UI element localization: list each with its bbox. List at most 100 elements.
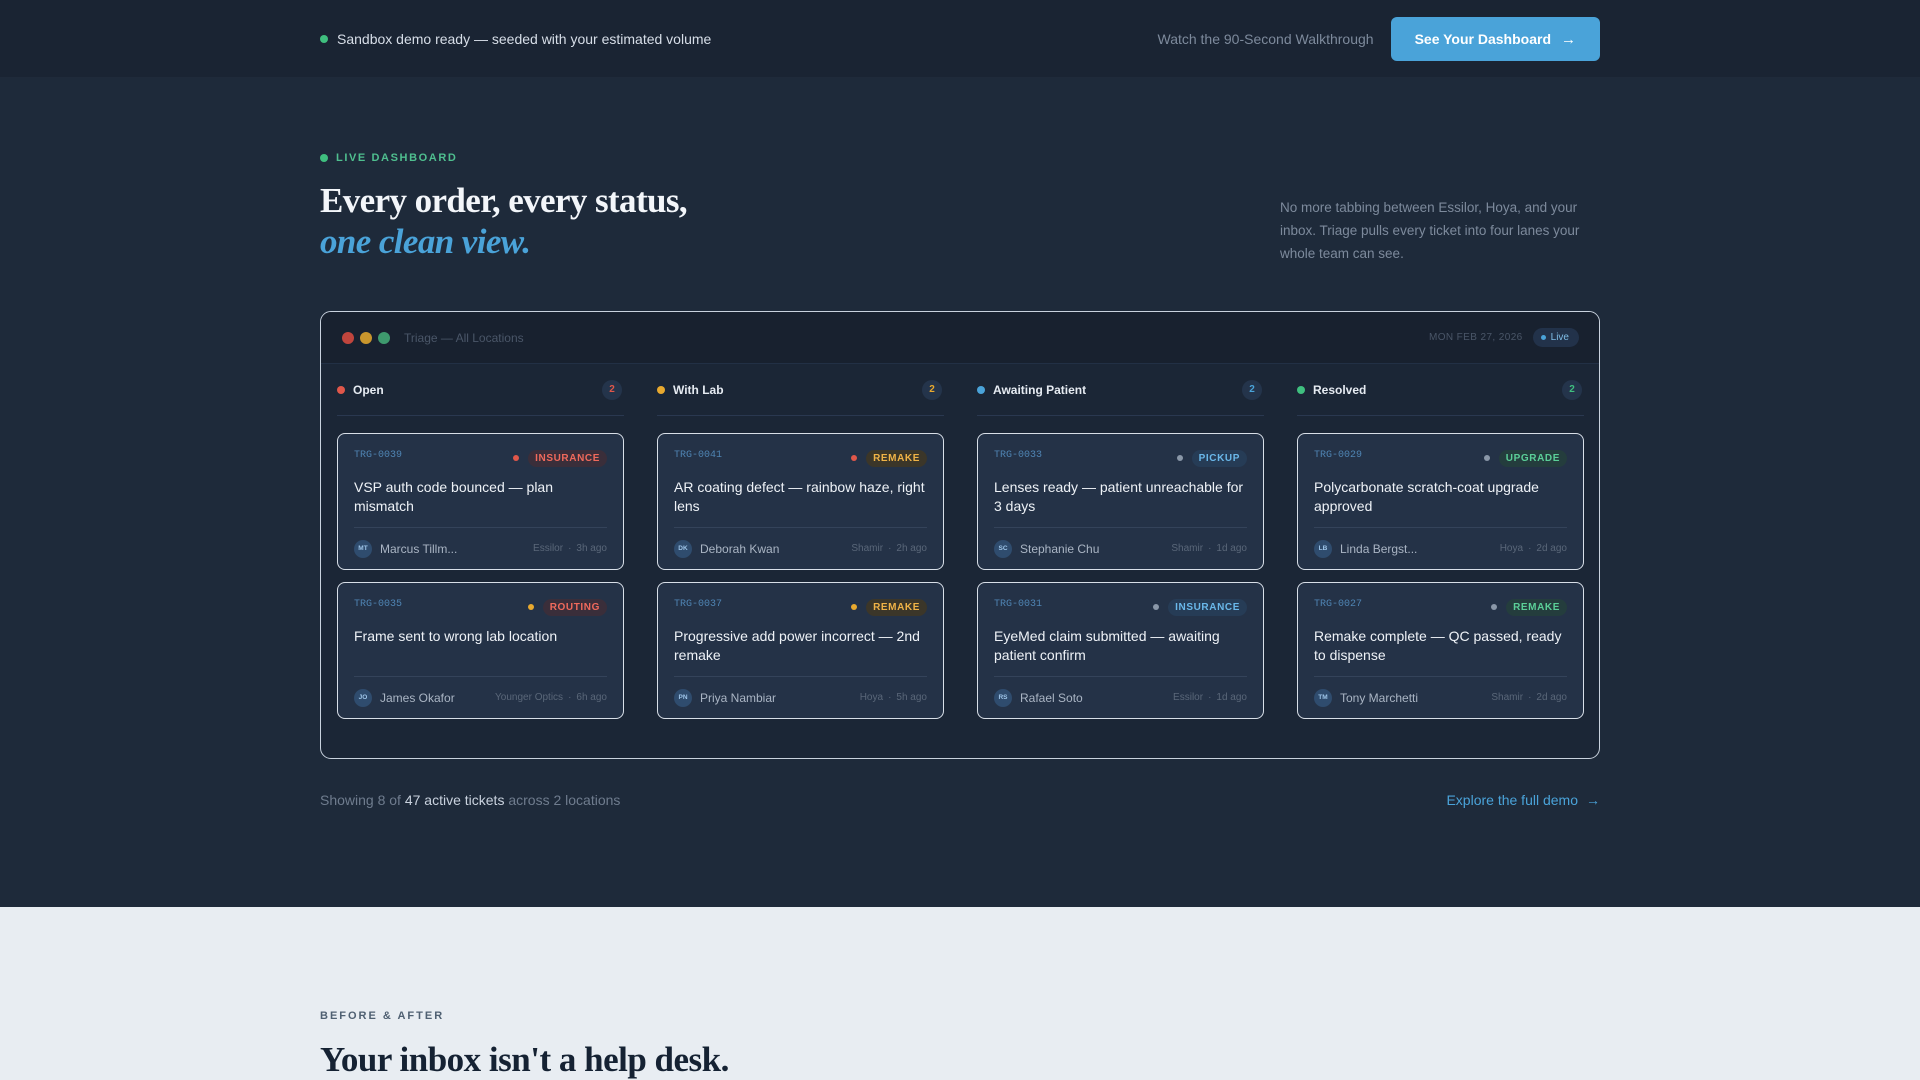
assignee-name: Marcus Tillm... [380,541,458,556]
lane-name: Resolved [1313,382,1367,397]
ticket-card-top: TRG-0039 INSURANCE [354,448,607,468]
sandbox-status: Sandbox demo ready — seeded with your es… [320,31,711,47]
assignee-name: Priya Nambiar [700,690,777,705]
ticket-title: Progressive add power incorrect — 2nd re… [674,628,920,663]
ticket-card[interactable]: TRG-0033 PICKUP Lenses ready — patient u… [977,433,1264,570]
lane-name: With Lab [673,382,724,397]
ticket-meta: Hoya · 5h ago [860,692,927,703]
close-dot-icon [342,331,354,344]
headline-line-2: one clean view. [320,222,531,261]
meta-separator: · [888,692,892,703]
ticket-tag: INSURANCE [1153,598,1247,616]
ticket-assignee: RS Rafael Soto [994,688,1083,707]
ticket-age: 1d ago [1216,692,1247,703]
triage-board-window: Triage — All Locations MON FEB 27, 2026 … [320,311,1600,759]
ticket-badge: UPGRADE [1498,449,1567,467]
lab-name: Shamir [1171,543,1204,554]
board-footer: Showing 8 of 47 active tickets across 2 … [320,792,1600,808]
see-dashboard-button[interactable]: See Your Dashboard → [1390,17,1600,61]
meta-separator: · [1208,692,1212,703]
ticket-footer: TM Tony Marchetti Shamir · 2d ago [1314,676,1567,718]
avatar: PN [674,688,692,707]
ticket-badge: INSURANCE [1168,598,1247,616]
ticket-id: TRG-0035 [354,598,403,610]
ticket-badge: ROUTING [542,598,607,616]
lane-status-dot-icon [657,385,665,394]
before-after-eyebrow: BEFORE & AFTER [320,1010,445,1022]
ticket-tag: UPGRADE [1483,449,1567,467]
live-badge: Live [1532,328,1579,347]
lane-awaiting-patient: Awaiting Patient 2 TRG-0033 PICKUP Lense… [977,364,1264,719]
assignee-name: Linda Bergst... [1340,541,1418,556]
ticket-meta: Essilor · 1d ago [1173,692,1247,703]
ticket-id: TRG-0031 [994,598,1043,610]
lane-label: Awaiting Patient [977,383,1086,397]
before-after-headline: Your inbox isn't a help desk. [320,1040,729,1079]
minimize-dot-icon [360,331,372,344]
ticket-assignee: SC Stephanie Chu [994,539,1100,558]
lab-name: Hoya [1499,543,1524,554]
ticket-id: TRG-0037 [674,598,723,610]
ticket-title: Polycarbonate scratch-coat upgrade appro… [1314,479,1539,514]
ticket-badge: REMAKE [866,598,927,616]
ticket-age: 2h ago [896,543,927,554]
avatar: RS [994,688,1012,707]
ticket-assignee: PN Priya Nambiar [674,688,777,707]
explore-demo-link[interactable]: Explore the full demo → [1446,792,1600,808]
summary-count: 47 active tickets [404,792,505,808]
meta-separator: · [568,692,572,703]
ticket-card-top: TRG-0035 ROUTING [354,597,607,617]
avatar: MT [354,539,372,558]
summary-prefix: Showing 8 of [320,792,401,808]
ticket-badge: REMAKE [866,449,927,467]
ticket-card[interactable]: TRG-0039 INSURANCE VSP auth code bounced… [337,433,624,570]
ticket-card[interactable]: TRG-0029 UPGRADE Polycarbonate scratch-c… [1297,433,1584,570]
lane-label: Open [337,383,384,397]
assignee-name: Stephanie Chu [1020,541,1100,556]
sandbox-status-text: Sandbox demo ready — seeded with your es… [337,31,712,47]
ticket-card[interactable]: TRG-0041 REMAKE AR coating defect — rain… [657,433,944,570]
window-controls [342,331,390,344]
ticket-tag: PICKUP [1176,449,1247,467]
ticket-id: TRG-0041 [674,449,723,461]
walkthrough-link[interactable]: Watch the 90-Second Walkthrough [1158,31,1374,47]
lane-open: Open 2 TRG-0039 INSURANCE VSP auth code … [337,364,624,719]
ticket-footer: DK Deborah Kwan Shamir · 2h ago [674,527,927,569]
ticket-card[interactable]: TRG-0031 INSURANCE EyeMed claim submitte… [977,582,1264,719]
ticket-card-top: TRG-0029 UPGRADE [1314,448,1567,468]
ticket-assignee: MT Marcus Tillm... [354,539,458,558]
lane-count: 2 [1242,379,1262,400]
summary-suffix: across 2 locations [508,792,621,808]
ticket-age: 2d ago [1536,692,1567,703]
lane-header[interactable]: Open 2 [337,364,624,416]
meta-separator: · [1528,543,1532,554]
ticket-age: 6h ago [576,692,607,703]
lane-header[interactable]: With Lab 2 [657,364,944,416]
lane-status-dot-icon [977,385,985,394]
ticket-card[interactable]: TRG-0035 ROUTING Frame sent to wrong lab… [337,582,624,719]
meta-separator: · [888,543,892,554]
lane-header[interactable]: Awaiting Patient 2 [977,364,1264,416]
ticket-age: 3h ago [576,543,607,554]
hero-headline: Every order, every status, one clean vie… [320,180,688,262]
hero-intro: No more tabbing between Essilor, Hoya, a… [1280,200,1580,261]
top-bar: Sandbox demo ready — seeded with your es… [0,0,1920,78]
lane-header[interactable]: Resolved 2 [1297,364,1584,416]
lane-resolved: Resolved 2 TRG-0029 UPGRADE Polycarbonat… [1297,364,1584,719]
ticket-age: 2d ago [1536,543,1567,554]
ticket-card-top: TRG-0041 REMAKE [674,448,927,468]
lane-count: 2 [922,379,942,400]
assignee-name: James Okafor [380,690,455,705]
ticket-card[interactable]: TRG-0037 REMAKE Progressive add power in… [657,582,944,719]
ticket-title: Remake complete — QC passed, ready to di… [1314,628,1562,663]
priority-dot-icon [851,455,858,461]
priority-dot-icon [851,604,858,610]
window-title: Triage — All Locations [404,330,524,345]
ticket-age: 5h ago [896,692,927,703]
ticket-footer: PN Priya Nambiar Hoya · 5h ago [674,676,927,718]
ticket-meta: Shamir · 1d ago [1171,543,1247,554]
ticket-card[interactable]: TRG-0027 REMAKE Remake complete — QC pas… [1297,582,1584,719]
see-dashboard-label: See Your Dashboard [1414,31,1551,47]
eyebrow-dot-icon [320,154,328,162]
ticket-footer: JO James Okafor Younger Optics · 6h ago [354,676,607,718]
